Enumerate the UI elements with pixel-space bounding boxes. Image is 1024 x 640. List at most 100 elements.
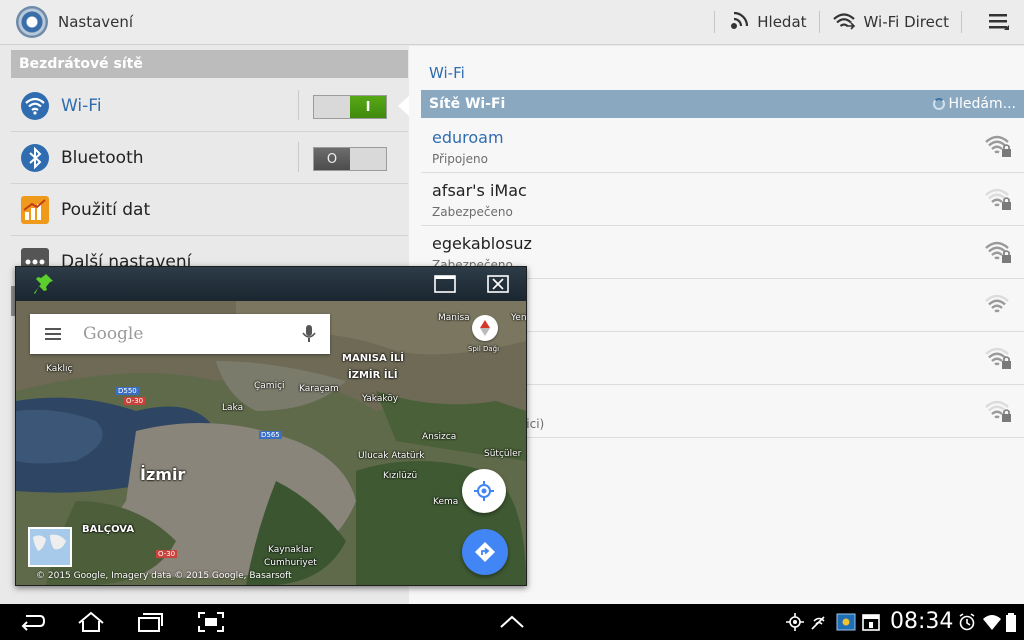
scan-icon [731, 11, 749, 29]
category-item-wifi[interactable]: Wi-Fi I [11, 80, 408, 132]
road-shield: D550 [116, 387, 139, 395]
recent-apps-icon[interactable] [136, 610, 164, 634]
clock: 08:34 [890, 609, 954, 634]
wifi-direct-button[interactable]: Wi-Fi Direct [832, 0, 949, 45]
menu-button[interactable] [988, 0, 1010, 45]
compass-icon[interactable] [472, 315, 498, 341]
map-layers-thumbnail[interactable] [28, 527, 72, 567]
map-label: Kema [433, 497, 459, 507]
bluetooth-toggle[interactable]: O [313, 147, 387, 171]
divider [818, 11, 820, 33]
wifi-signal-icon [985, 294, 1009, 313]
action-bar: Nastavení Hledat Wi-Fi Direct [0, 0, 1024, 45]
category-item-data-usage[interactable]: Použití dat [11, 184, 408, 236]
wifi-signal-locked-icon [985, 188, 1011, 210]
settings-app-icon[interactable] [16, 6, 48, 38]
network-item[interactable]: afsar's iMac Zabezpečeno [421, 173, 1024, 226]
network-name: afsar's iMac [432, 181, 527, 200]
network-name: egekablosuz [432, 234, 532, 253]
toggle-off-half [314, 96, 350, 118]
wifi-icon [19, 90, 51, 122]
wifi-status-icon [983, 615, 1001, 630]
category-item-bluetooth[interactable]: Bluetooth O [11, 132, 408, 184]
search-placeholder: Google [83, 324, 144, 344]
map-label: Spil Dağı [468, 345, 500, 353]
map-label: Çamiçi [254, 381, 285, 391]
wifi-direct-label: Wi-Fi Direct [863, 13, 949, 31]
wifi-signal-locked-icon [985, 347, 1011, 369]
data-usage-icon [19, 194, 51, 226]
microphone-icon[interactable] [302, 324, 316, 344]
back-icon[interactable] [18, 610, 46, 634]
wifi-toggle[interactable]: I [313, 95, 387, 119]
pin-icon[interactable] [34, 273, 54, 295]
spinner-icon [932, 98, 945, 110]
map-label: Karaçam [299, 384, 339, 394]
map-label: Ansizca [422, 432, 457, 442]
divider [298, 142, 299, 172]
popup-title-bar[interactable] [16, 267, 526, 301]
section-header: Bezdrátové sítě [11, 50, 408, 78]
screenshot-icon[interactable] [196, 610, 226, 634]
calendar-icon [862, 614, 880, 631]
divider [714, 11, 716, 33]
map-label: İzmir [140, 465, 186, 484]
maximize-icon[interactable] [434, 275, 456, 293]
panel-title: Wi-Fi [429, 64, 465, 82]
toggle-on-text: I [350, 96, 386, 118]
system-nav-bar: 08:34 [0, 604, 1024, 640]
app-title: Nastavení [58, 13, 134, 31]
networks-header: Sítě Wi-Fi Hledám... [421, 90, 1024, 118]
hamburger-icon[interactable] [45, 327, 63, 341]
map-label: Kaklıç [46, 364, 73, 374]
road-shield: O-30 [124, 397, 146, 405]
category-label: Použití dat [61, 199, 151, 220]
map-label: Cumhuriyet [264, 558, 317, 568]
map-label: Yakaköy [362, 394, 399, 404]
road-shield: D565 [259, 431, 282, 439]
map-label: Sütçüler [484, 449, 522, 459]
map-label: Laka [222, 403, 244, 413]
network-name: eduroam [432, 128, 504, 147]
directions-icon [475, 542, 495, 562]
wifi-direct-status-icon [811, 616, 825, 630]
wifi-direct-icon [832, 13, 855, 30]
map-label: Kızılüzü [383, 471, 418, 481]
map-label: Manisa [438, 313, 470, 323]
directions-button[interactable] [462, 529, 508, 575]
map-label: MANISA İLİ [342, 353, 405, 364]
selection-indicator [398, 96, 409, 116]
bluetooth-icon [19, 142, 51, 174]
map-label: Kaynaklar [268, 545, 313, 555]
wifi-signal-locked-icon [985, 135, 1011, 157]
category-label: Bluetooth [61, 147, 144, 168]
network-item[interactable]: eduroam Připojeno [421, 120, 1024, 173]
map-view[interactable]: Google Manisa Yen Spil Dağı MANISA İLİ İ… [16, 301, 526, 585]
battery-icon [1006, 613, 1016, 632]
map-search-bar[interactable]: Google [30, 314, 330, 354]
category-label: Wi-Fi [61, 95, 102, 116]
map-copyright: © 2015 Google, Imagery data © 2015 Googl… [36, 571, 292, 581]
action-bar-actions: Hledat Wi-Fi Direct [702, 0, 1024, 45]
map-popup-window: Google Manisa Yen Spil Dağı MANISA İLİ İ… [15, 266, 527, 586]
wifi-signal-locked-icon [985, 241, 1011, 263]
my-location-button[interactable] [462, 469, 506, 513]
scanning-status: Hledám... [932, 90, 1016, 118]
home-icon[interactable] [76, 610, 106, 634]
toggle-on-half [350, 148, 386, 170]
map-label: Ulucak Atatürk [358, 451, 425, 461]
scanning-label: Hledám... [948, 96, 1016, 112]
scan-label: Hledat [757, 13, 807, 31]
networks-header-label: Sítě Wi-Fi [429, 96, 506, 112]
map-label: İZMİR İLİ [348, 370, 398, 381]
road-shield: O-30 [156, 550, 178, 558]
scan-button[interactable]: Hledat [727, 0, 807, 45]
close-icon[interactable] [487, 275, 509, 293]
gallery-notification-icon [836, 613, 856, 631]
network-status: Zabezpečeno [432, 205, 513, 219]
map-label: BALÇOVA [82, 524, 135, 535]
alarm-icon [959, 613, 975, 631]
chevron-up-icon[interactable] [499, 614, 525, 630]
menu-icon [989, 14, 1009, 30]
network-status: Připojeno [432, 152, 488, 166]
